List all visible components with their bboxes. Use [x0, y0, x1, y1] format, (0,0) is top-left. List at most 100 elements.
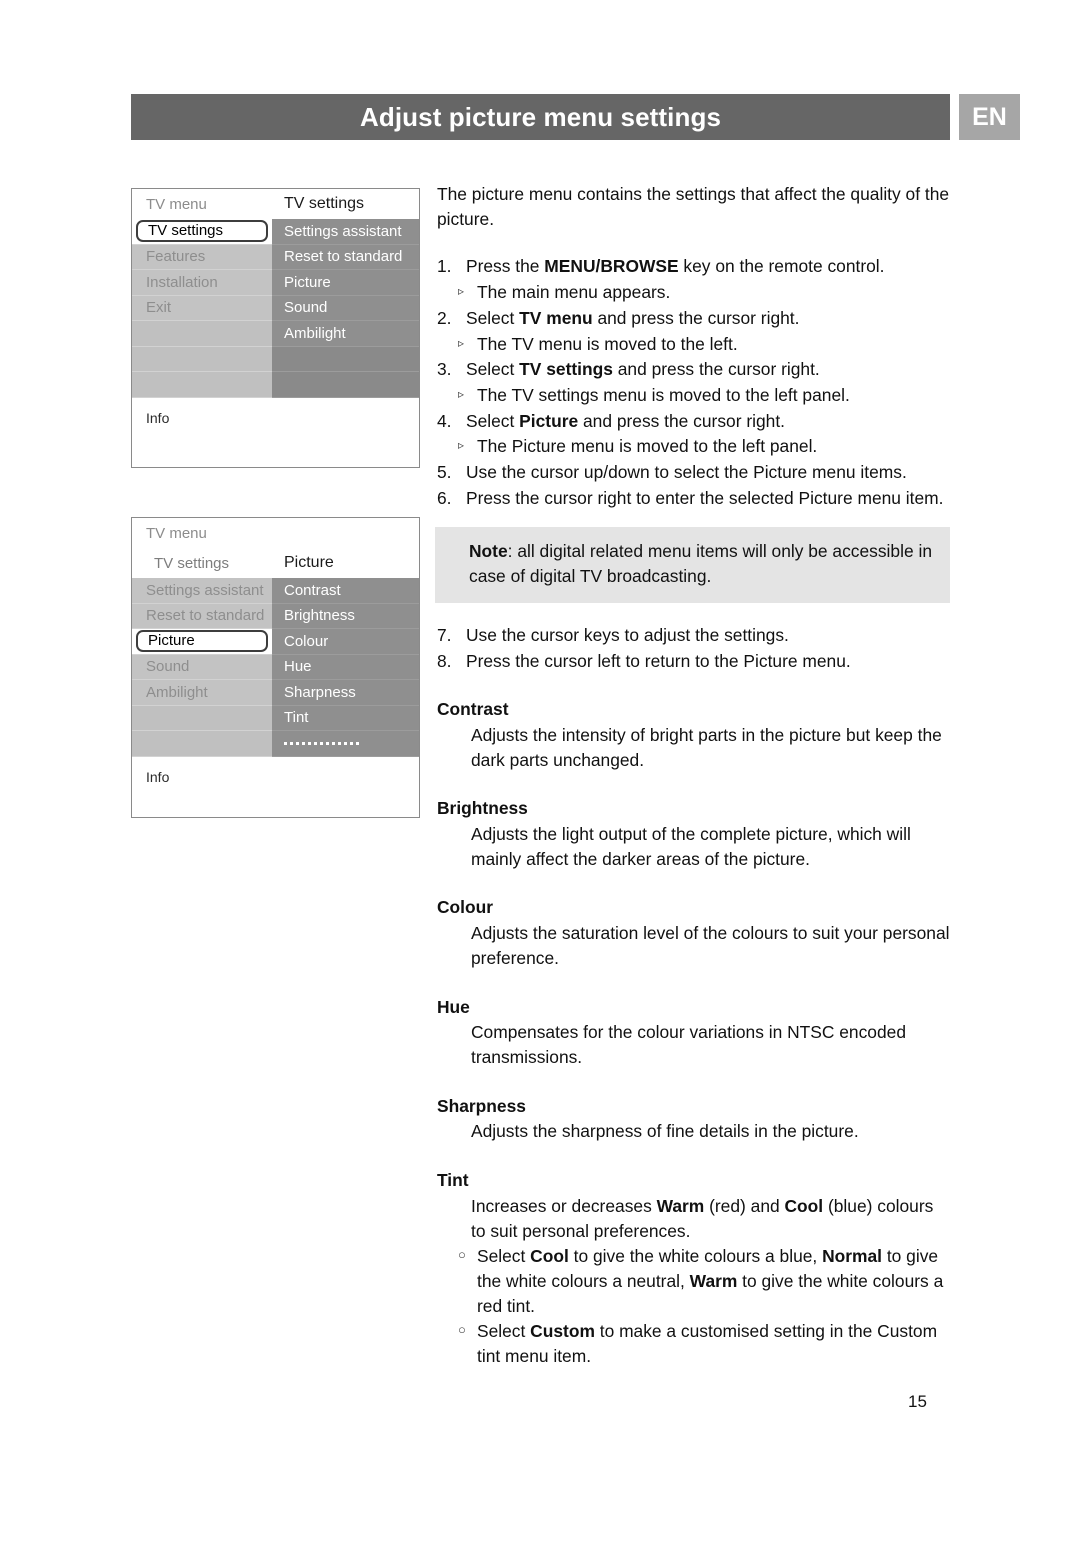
- circle-bullet-icon: ○: [458, 1247, 466, 1263]
- tint-section: Tint Increases or decreases Warm (red) an…: [437, 1168, 952, 1369]
- language-badge: EN: [959, 94, 1020, 140]
- bold-term: Custom: [530, 1321, 595, 1342]
- text-run: to give the white colours a blue,: [568, 1246, 823, 1267]
- term-title: Tint: [437, 1170, 469, 1191]
- menu2-item-settings-assistant[interactable]: Settings assistant: [132, 578, 272, 604]
- header-title-bar: Adjust picture menu settings: [131, 94, 950, 140]
- menu2-left-empty-row: [132, 705, 272, 731]
- menu2-item-tint[interactable]: Tint: [272, 705, 419, 731]
- menu1-item-reset-to-standard[interactable]: Reset to standard: [272, 244, 419, 270]
- menu2-item-sound[interactable]: Sound: [132, 654, 272, 680]
- text-run: Select: [477, 1321, 531, 1342]
- menu1-right-column: Settings assistant Reset to standard Pic…: [272, 219, 419, 398]
- menu2-left-empty-row: [132, 731, 272, 757]
- menu2-header-right: Picture: [272, 554, 419, 572]
- step-item: 7. Use the cursor keys to adjust the sett…: [437, 623, 952, 648]
- more-items-dots-icon: [284, 741, 359, 745]
- note-box: Note: all digital related menu items wil…: [435, 527, 950, 603]
- menu1-header-left: TV menu: [132, 195, 272, 213]
- menu2-item-brightness[interactable]: Brightness: [272, 603, 419, 629]
- menu1-left-column: TV settings Features Installation Exit: [132, 219, 272, 398]
- menu1-item-features[interactable]: Features: [132, 244, 272, 270]
- menu2-item-more-dots[interactable]: [272, 731, 419, 757]
- menu1-info-area: Info: [132, 397, 419, 467]
- menu1-item-ambilight[interactable]: Ambilight: [272, 321, 419, 347]
- language-label: EN: [972, 102, 1007, 131]
- bold-term: Normal: [822, 1246, 883, 1267]
- menu1-right-empty-row: [272, 372, 419, 398]
- tv-menu-mockup-1: TV menu TV settings TV settings Features…: [131, 188, 420, 468]
- menu1-columns: TV settings Features Installation Exit S…: [132, 219, 419, 398]
- text-run: Select: [466, 307, 520, 328]
- tint-options-list: ○ Select Cool to give the white colours a…: [437, 1244, 952, 1369]
- step-substep: ▹ The TV settings menu is moved to the le…: [437, 383, 952, 408]
- menu1-item-picture[interactable]: Picture: [272, 270, 419, 296]
- numbered-steps-list: 1. Press the MENU/BROWSE key on the remot…: [437, 254, 952, 510]
- page-title: Adjust picture menu settings: [359, 102, 722, 132]
- menu1-selected-chip: TV settings: [136, 220, 268, 242]
- term-description: Adjusts the light output of the complete…: [471, 824, 911, 869]
- menu1-item-exit[interactable]: Exit: [132, 295, 272, 321]
- step-number: 3.: [437, 359, 452, 380]
- triangle-bullet-icon: ▹: [458, 438, 465, 453]
- substep-text: The TV menu is moved to the left.: [477, 333, 738, 354]
- bold-term: Cool: [784, 1195, 824, 1216]
- text-run: (red) and: [704, 1195, 785, 1216]
- glossary-terms: Contrast Adjusts the intensity of bright …: [437, 697, 952, 1144]
- page-header: Adjust picture menu settings EN: [131, 94, 1020, 140]
- bold-term: Warm: [656, 1195, 705, 1216]
- text-run: and press the cursor right.: [578, 410, 785, 431]
- menu2-item-hue[interactable]: Hue: [272, 654, 419, 680]
- menu1-header-row: TV menu TV settings: [132, 189, 419, 219]
- note-text: Note: all digital related menu items wil…: [469, 539, 936, 588]
- text-run: and press the cursor right.: [612, 359, 820, 380]
- menu2-info-area: Info: [132, 756, 419, 817]
- step-number: 8.: [437, 650, 452, 671]
- substep-text: The Picture menu is moved to the left pa…: [477, 436, 818, 457]
- menu2-item-contrast[interactable]: Contrast: [272, 578, 419, 604]
- note-label: Note: [469, 541, 508, 562]
- step-item: 6. Press the cursor right to enter the se…: [437, 486, 952, 511]
- term-description: Compensates for the colour variations in…: [471, 1022, 906, 1067]
- menu2-item-reset-to-standard[interactable]: Reset to standard: [132, 603, 272, 629]
- term-description: Adjusts the saturation level of the colo…: [471, 923, 950, 968]
- bold-term: Picture: [519, 410, 579, 431]
- term-title: Brightness: [437, 798, 528, 819]
- menu1-right-empty-row: [272, 346, 419, 372]
- menu1-left-empty-row: [132, 372, 272, 398]
- text-run: Increases or decreases: [471, 1195, 657, 1216]
- substep-text: The main menu appears.: [477, 282, 671, 303]
- menu2-item-sharpness[interactable]: Sharpness: [272, 680, 419, 706]
- menu2-columns: Settings assistant Reset to standard Pic…: [132, 578, 419, 757]
- menu1-item-sound[interactable]: Sound: [272, 295, 419, 321]
- note-body: : all digital related menu items will on…: [469, 541, 932, 587]
- substep-text: The TV settings menu is moved to the lef…: [477, 384, 850, 405]
- term-description: Adjusts the intensity of bright parts in…: [471, 724, 942, 770]
- bold-term: Warm: [689, 1270, 738, 1291]
- tv-menu-mockup-2: TV menu TV settings Picture Settings ass…: [131, 517, 420, 818]
- menu2-item-colour[interactable]: Colour: [272, 629, 419, 655]
- step-number: 1.: [437, 256, 452, 277]
- text-run: and press the cursor right.: [592, 307, 800, 328]
- menu2-header-row: TV settings Picture: [132, 548, 419, 578]
- menu2-item-ambilight[interactable]: Ambilight: [132, 680, 272, 706]
- step-text: Press the cursor left to return to the P…: [466, 650, 851, 671]
- text-run: Select: [466, 410, 520, 431]
- intro-paragraph: The picture menu contains the settings t…: [437, 184, 950, 229]
- step-number: 7.: [437, 624, 452, 645]
- term-description: Adjusts the sharpness of fine details in…: [471, 1121, 859, 1142]
- step-number: 5.: [437, 462, 452, 483]
- menu2-header-left: TV settings: [132, 554, 272, 572]
- menu1-header-right: TV settings: [272, 195, 419, 213]
- term-title: Contrast: [437, 699, 509, 720]
- step-item: 3. Select TV settings and press the curso…: [437, 357, 952, 382]
- menu1-item-tv-settings[interactable]: TV settings: [132, 219, 272, 245]
- menu1-item-settings-assistant[interactable]: Settings assistant: [272, 219, 419, 245]
- text-run: Select: [477, 1246, 531, 1267]
- text-run: Use the cursor up/down to select the Pic…: [466, 462, 907, 483]
- text-run: key on the remote control.: [678, 256, 885, 277]
- menu2-item-picture[interactable]: Picture: [132, 629, 272, 655]
- menu1-item-installation[interactable]: Installation: [132, 270, 272, 296]
- triangle-bullet-icon: ▹: [458, 335, 465, 350]
- step-text: Use the cursor keys to adjust the settin…: [466, 624, 789, 645]
